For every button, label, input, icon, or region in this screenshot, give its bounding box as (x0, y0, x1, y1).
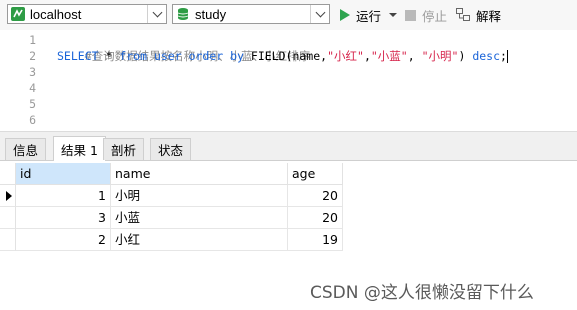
text-cursor (506, 50, 508, 63)
table-cell[interactable]: 2 (16, 229, 111, 251)
line-number: 2 (29, 49, 36, 63)
table-cell[interactable]: 3 (16, 207, 111, 229)
column-header-id[interactable]: id (16, 163, 111, 185)
result-tabbar: 信息 结果 1 剖析 状态 (0, 131, 577, 161)
line-number: 5 (29, 97, 36, 111)
run-label: 运行 (356, 8, 382, 24)
row-selector[interactable] (0, 229, 16, 251)
explain-label: 解释 (476, 8, 502, 24)
sql-paren: ) (458, 49, 473, 63)
table-cell[interactable]: 小红 (111, 229, 288, 251)
sql-column: name (292, 49, 321, 63)
connection-select[interactable]: localhost (7, 4, 167, 24)
sql-keyword: from (119, 49, 148, 63)
tab-result-1[interactable]: 结果 1 (53, 136, 106, 161)
stop-label: 停止 (422, 8, 448, 24)
line-number: 4 (29, 81, 36, 95)
stop-icon (405, 9, 416, 21)
chevron-down-icon[interactable] (147, 5, 166, 23)
table-cell[interactable]: 19 (288, 229, 343, 251)
caret-down-icon[interactable] (389, 13, 398, 17)
tab-status[interactable]: 状态 (150, 138, 192, 160)
sql-string: "小红" (327, 49, 364, 63)
play-icon (340, 9, 350, 21)
toolbar: localhost study 运行 停止 解释 (0, 0, 577, 30)
database-name: study (195, 7, 227, 22)
column-header-name[interactable]: name (111, 163, 288, 185)
row-header-corner (0, 163, 16, 185)
line-number: 1 (29, 33, 36, 47)
table-cell[interactable]: 1 (16, 185, 111, 207)
line-number: 6 (29, 113, 36, 127)
sql-semicolon: ; (500, 49, 507, 63)
sql-keyword: SELECT (57, 49, 99, 63)
sql-keyword: order by (188, 49, 244, 63)
row-selector[interactable] (0, 207, 16, 229)
database-select[interactable]: study (172, 4, 330, 24)
table-cell[interactable]: 20 (288, 207, 343, 229)
database-icon (177, 8, 189, 20)
line-number: 3 (29, 65, 36, 79)
explain-button[interactable]: 解释 (456, 6, 501, 24)
sql-string: "小蓝" (370, 49, 408, 63)
sql-table-name: user (147, 49, 189, 63)
connection-icon (11, 7, 25, 21)
current-row-marker-icon (6, 191, 12, 201)
tab-profile[interactable]: 剖析 (103, 138, 145, 160)
line-number-gutter: 1 2 3 4 5 6 (0, 30, 46, 130)
code-line-2: SELECT * from user order by FIELD(name,"… (57, 49, 508, 63)
sql-keyword: desc (472, 49, 501, 63)
sql-string: "小明" (421, 49, 459, 63)
watermark: CSDN @这人很懒没留下什么 (310, 283, 534, 303)
sql-editor[interactable]: 1 2 3 4 5 6 #查询数据结果按名称小明、小蓝、小红排序 SELECT … (0, 30, 577, 130)
stop-button[interactable]: 停止 (405, 6, 447, 24)
table-cell[interactable]: 小蓝 (111, 207, 288, 229)
sql-star: * (98, 49, 120, 63)
column-header-age[interactable]: age (288, 163, 343, 185)
sql-function: FIELD( (243, 49, 293, 63)
tab-info[interactable]: 信息 (5, 138, 47, 160)
row-selector[interactable] (0, 185, 16, 207)
table-cell[interactable]: 20 (288, 185, 343, 207)
run-button[interactable]: 运行 (340, 6, 398, 24)
table-cell[interactable]: 小明 (111, 185, 288, 207)
explain-icon (456, 8, 470, 21)
chevron-down-icon[interactable] (310, 5, 329, 23)
connection-name: localhost (30, 7, 82, 22)
